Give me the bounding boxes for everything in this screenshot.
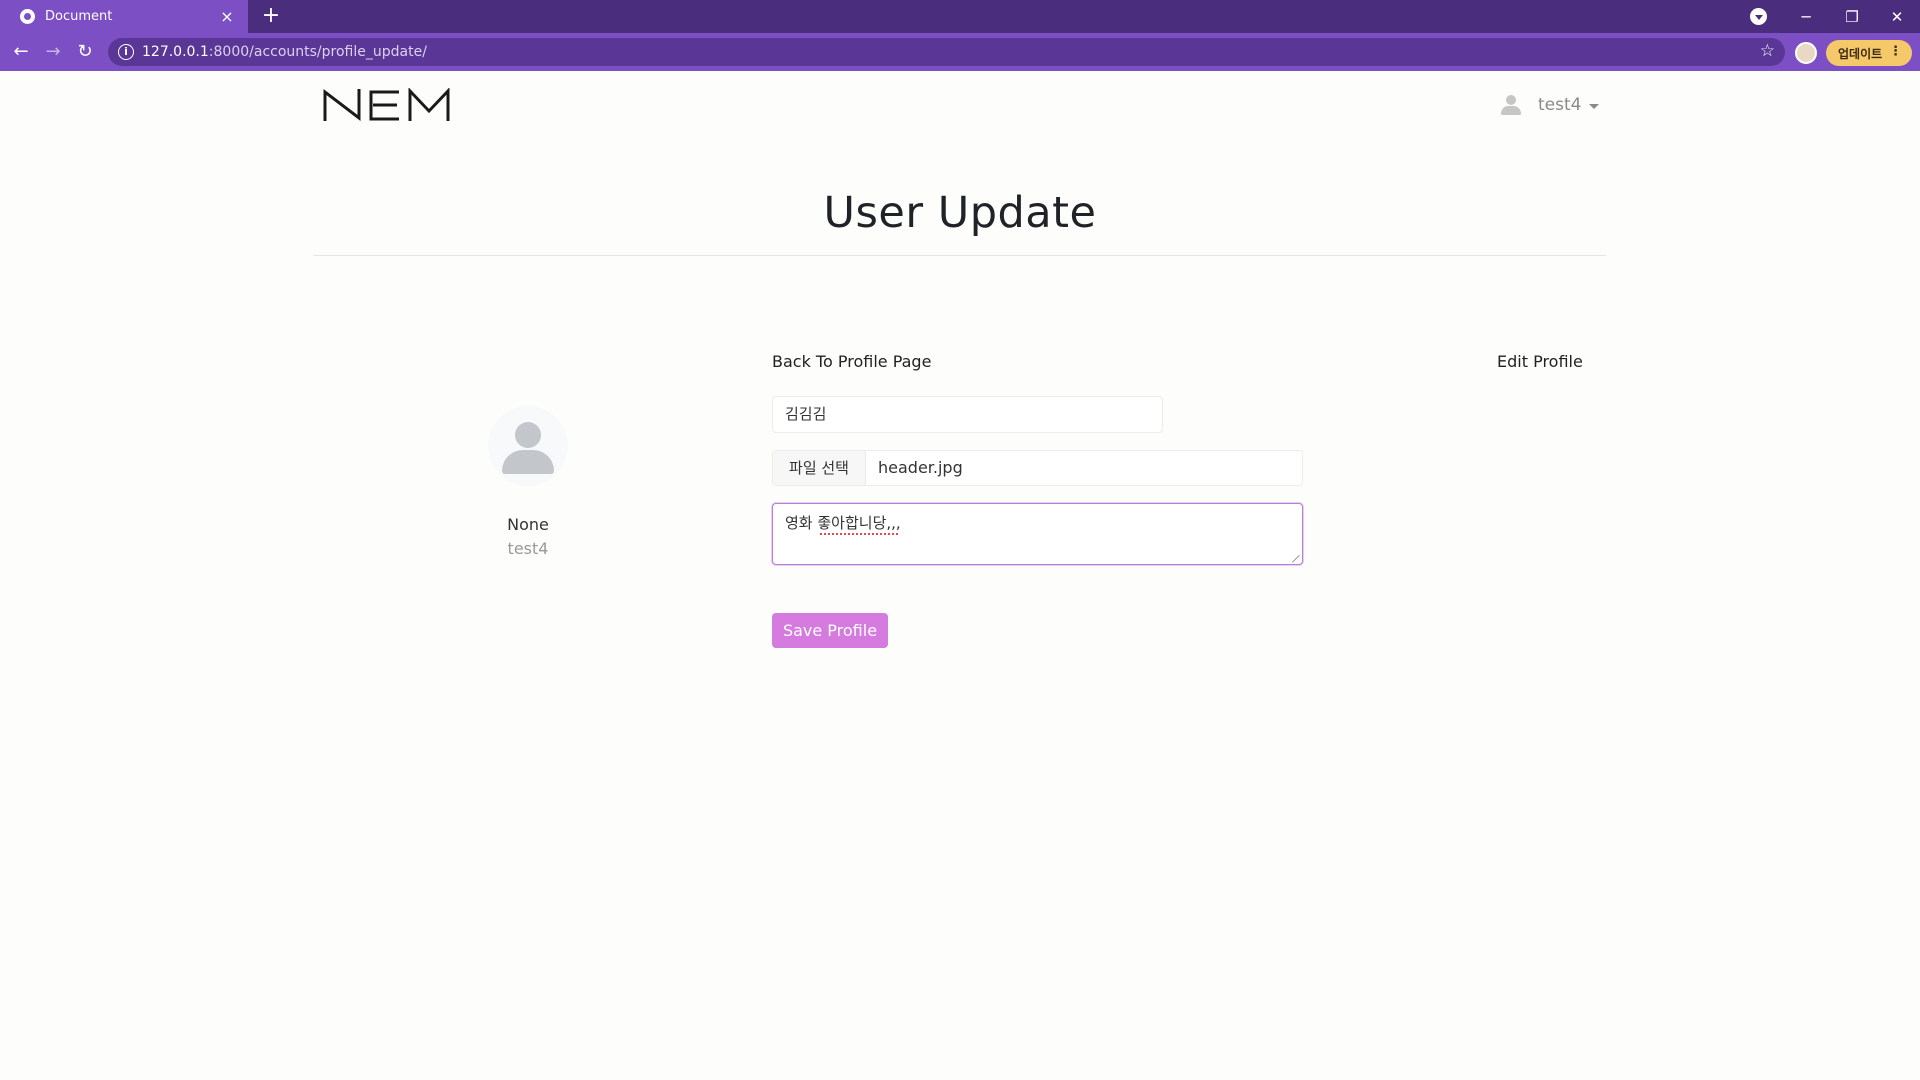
resize-handle-icon[interactable] [1292, 554, 1300, 562]
browser-tab[interactable]: Document × [0, 0, 248, 33]
tab-close-icon[interactable]: × [218, 7, 236, 26]
close-window-button[interactable]: ✕ [1874, 0, 1920, 33]
browser-profile-avatar[interactable] [1795, 42, 1817, 64]
user-menu-label: test4 [1538, 95, 1582, 115]
choose-file-button[interactable]: 파일 선택 [773, 451, 866, 485]
address-bar[interactable]: i 127.0.0.1:8000/accounts/profile_update… [108, 38, 1785, 66]
title-divider [313, 255, 1606, 256]
url-text[interactable]: 127.0.0.1:8000/accounts/profile_update/ [142, 44, 427, 60]
edit-profile-link[interactable]: Edit Profile [1497, 352, 1583, 371]
bio-text: 영화 좋아합니당,,, [785, 514, 901, 532]
reload-icon[interactable]: ↻ [72, 39, 98, 65]
tab-title: Document [45, 9, 113, 24]
file-input-group[interactable]: 파일 선택 header.jpg [772, 450, 1303, 486]
update-label: 업데이트 [1838, 46, 1883, 61]
page-title: User Update [823, 188, 1097, 238]
profile-avatar [488, 406, 568, 486]
avatar-head [515, 422, 541, 448]
browser-update-button[interactable]: 업데이트 ⋮ [1826, 40, 1912, 66]
back-to-profile-link[interactable]: Back To Profile Page [772, 352, 931, 371]
minimize-button[interactable]: ─ [1783, 0, 1829, 33]
file-name-label: header.jpg [878, 458, 963, 477]
restore-button[interactable]: ❐ [1829, 0, 1875, 33]
forward-arrow-icon[interactable]: → [40, 39, 66, 65]
user-menu[interactable]: test4 [1500, 94, 1600, 116]
kebab-menu-icon[interactable]: ⋮ [1889, 44, 1902, 59]
info-icon[interactable]: i [118, 44, 134, 60]
globe-icon [20, 9, 35, 24]
back-arrow-icon[interactable]: ← [8, 39, 34, 65]
bookmark-star-icon[interactable]: ☆ [1760, 41, 1775, 61]
save-profile-button[interactable]: Save Profile [772, 613, 888, 648]
nickname-input[interactable]: 김김김 [772, 396, 1163, 433]
nem-logo[interactable] [322, 88, 452, 122]
profile-username: test4 [507, 539, 549, 558]
browser-tab-strip: Document × + ─ ❐ ✕ [0, 0, 1920, 33]
user-icon [1500, 94, 1522, 116]
bio-textarea[interactable]: 영화 좋아합니당,,, [772, 503, 1303, 565]
avatar-body [502, 450, 554, 474]
new-tab-button[interactable]: + [258, 3, 284, 29]
profile-display-name: None [507, 515, 549, 534]
tab-search-icon[interactable] [1750, 8, 1767, 25]
caret-down-icon [1589, 103, 1600, 109]
